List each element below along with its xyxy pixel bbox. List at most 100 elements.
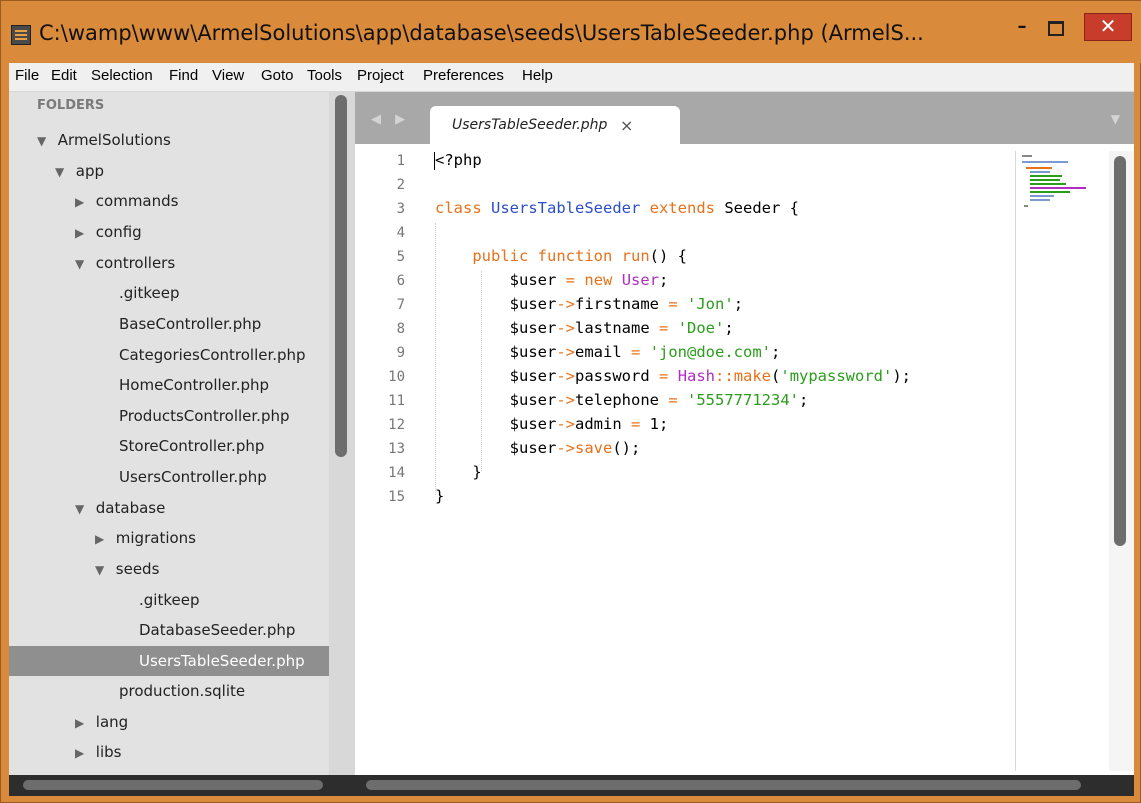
collapse-arrow-icon[interactable]: ▶ (75, 708, 91, 738)
code-line-9: $user->email = 'jon@doe.com'; (509, 343, 781, 361)
menu-preferences[interactable]: Preferences (423, 67, 504, 84)
menu-find[interactable]: Find (169, 67, 198, 84)
sidebar-scroll-thumb[interactable] (335, 95, 347, 457)
window-title: C:\wamp\www\ArmelSolutions\app\database\… (39, 21, 924, 45)
line-number: 11 (388, 393, 405, 409)
tree-item-file[interactable]: production.sqlite (9, 676, 355, 706)
code-line-11: $user->telephone = '5557771234'; (509, 391, 809, 409)
code-line-1: <?php (435, 151, 482, 169)
tab-nav-arrows-icon[interactable]: ◀ ▶ (371, 112, 410, 127)
code-editor[interactable]: 1 2 3 4 5 6 7 8 9 10 11 12 13 14 15 <?ph… (355, 151, 1015, 771)
menu-bar: File Edit Selection Find View Goto Tools… (9, 63, 1134, 92)
menu-tools[interactable]: Tools (307, 67, 342, 84)
tree-item-file[interactable]: .gitkeep (9, 585, 355, 615)
menu-goto[interactable]: Goto (261, 67, 294, 84)
code-line-13: $user->save(); (509, 439, 641, 457)
tree-item-commands[interactable]: ▶ commands (9, 186, 355, 216)
code-line-10: $user->password = Hash::make('mypassword… (509, 367, 912, 385)
expand-arrow-icon[interactable]: ▼ (75, 249, 91, 279)
line-number: 8 (396, 321, 405, 337)
collapse-arrow-icon[interactable]: ▶ (95, 524, 111, 554)
tree-item-label: seeds (115, 560, 160, 578)
minimap-line (1022, 161, 1068, 163)
editor-window: C:\wamp\www\ArmelSolutions\app\database\… (0, 0, 1141, 803)
tree-item-file[interactable]: .gitkeep (9, 278, 355, 308)
tree-item-file[interactable]: BaseController.php (9, 309, 355, 339)
tree-item-file[interactable]: ProductsController.php (9, 401, 355, 431)
menu-edit[interactable]: Edit (51, 67, 77, 84)
minimize-button[interactable]: – (1004, 13, 1040, 43)
folders-heading: FOLDERS (37, 98, 105, 113)
expand-arrow-icon[interactable]: ▼ (95, 555, 111, 585)
menu-file[interactable]: File (15, 67, 39, 84)
tree-item-database[interactable]: ▼ database (9, 493, 355, 523)
code-line-15: } (435, 487, 445, 505)
minimap-line (1030, 187, 1086, 189)
line-number: 14 (388, 465, 405, 481)
line-number: 9 (396, 345, 405, 361)
tree-item-label: commands (95, 192, 179, 210)
tree-item-file[interactable]: StoreController.php (9, 431, 355, 461)
tree-item-libs[interactable]: ▶ libs (9, 737, 355, 767)
minimap-line (1022, 155, 1032, 157)
tree-item-label: app (75, 162, 105, 180)
tree-item-file[interactable]: UsersController.php (9, 462, 355, 492)
tree-item-armelsolutions[interactable]: ▼ ArmelSolutions (9, 125, 355, 155)
menu-project[interactable]: Project (357, 67, 404, 84)
code-line-7: $user->firstname = 'Jon'; (509, 295, 744, 313)
expand-arrow-icon[interactable]: ▼ (55, 157, 71, 187)
code-line-8: $user->lastname = 'Doe'; (509, 319, 734, 337)
tree-item-controllers[interactable]: ▼ controllers (9, 248, 355, 278)
line-number: 2 (396, 177, 405, 193)
expand-arrow-icon[interactable]: ▼ (37, 126, 53, 156)
collapse-arrow-icon[interactable]: ▶ (75, 738, 91, 768)
minimap-line (1030, 183, 1066, 185)
tree-item-file[interactable]: HomeController.php (9, 370, 355, 400)
menu-view[interactable]: View (212, 67, 244, 84)
tree-item-label: ArmelSolutions (57, 131, 171, 149)
editor-hscroll-thumb[interactable] (366, 780, 1081, 790)
line-number: 4 (396, 225, 405, 241)
sidebar-hscroll-thumb[interactable] (23, 780, 323, 790)
tree-item-migrations[interactable]: ▶ migrations (9, 523, 355, 553)
tree-item-file[interactable]: DatabaseSeeder.php (9, 615, 355, 645)
code-line-12: $user->admin = 1; (509, 415, 669, 433)
line-number: 3 (396, 201, 405, 217)
tab-users-table-seeder[interactable]: UsersTableSeeder.php × (430, 106, 680, 144)
code-line-3: class UsersTableSeeder extends Seeder { (435, 199, 799, 217)
tree-item-app[interactable]: ▼ app (9, 156, 355, 186)
tree-item-lang[interactable]: ▶ lang (9, 707, 355, 737)
title-bar[interactable]: C:\wamp\www\ArmelSolutions\app\database\… (1, 1, 1141, 63)
minimap-line (1030, 199, 1050, 201)
maximize-button[interactable] (1038, 13, 1074, 43)
tree-item-config[interactable]: ▶ config (9, 217, 355, 247)
tree-item-label: config (95, 223, 142, 241)
tab-close-icon[interactable]: × (620, 116, 633, 135)
close-button[interactable]: ✕ (1084, 13, 1132, 41)
tree-item-label: lang (95, 713, 129, 731)
line-number: 10 (388, 369, 405, 385)
line-number: 15 (388, 489, 405, 505)
minimap-line (1030, 179, 1060, 181)
tree-item-file-selected[interactable]: UsersTableSeeder.php (9, 646, 329, 676)
collapse-arrow-icon[interactable]: ▶ (75, 187, 91, 217)
minimap-line (1030, 191, 1070, 193)
minimap-line (1030, 195, 1054, 197)
minimap-line (1026, 167, 1052, 169)
code-line-5: public function run() { (472, 247, 687, 265)
menu-selection[interactable]: Selection (91, 67, 153, 84)
tab-dropdown-icon[interactable]: ▼ (1111, 112, 1120, 126)
tree-item-seeds[interactable]: ▼ seeds (9, 554, 355, 584)
editor-scroll-thumb[interactable] (1114, 156, 1126, 546)
line-number: 12 (388, 417, 405, 433)
expand-arrow-icon[interactable]: ▼ (75, 494, 91, 524)
collapse-arrow-icon[interactable]: ▶ (75, 218, 91, 248)
minimap-line (1030, 175, 1062, 177)
tree-item-file[interactable]: CategoriesController.php (9, 340, 355, 370)
line-number: 5 (396, 249, 405, 265)
tree-item-label: migrations (115, 529, 196, 547)
minimap[interactable] (1015, 151, 1108, 771)
line-number: 13 (388, 441, 405, 457)
minimap-line (1030, 171, 1050, 173)
menu-help[interactable]: Help (522, 67, 553, 84)
